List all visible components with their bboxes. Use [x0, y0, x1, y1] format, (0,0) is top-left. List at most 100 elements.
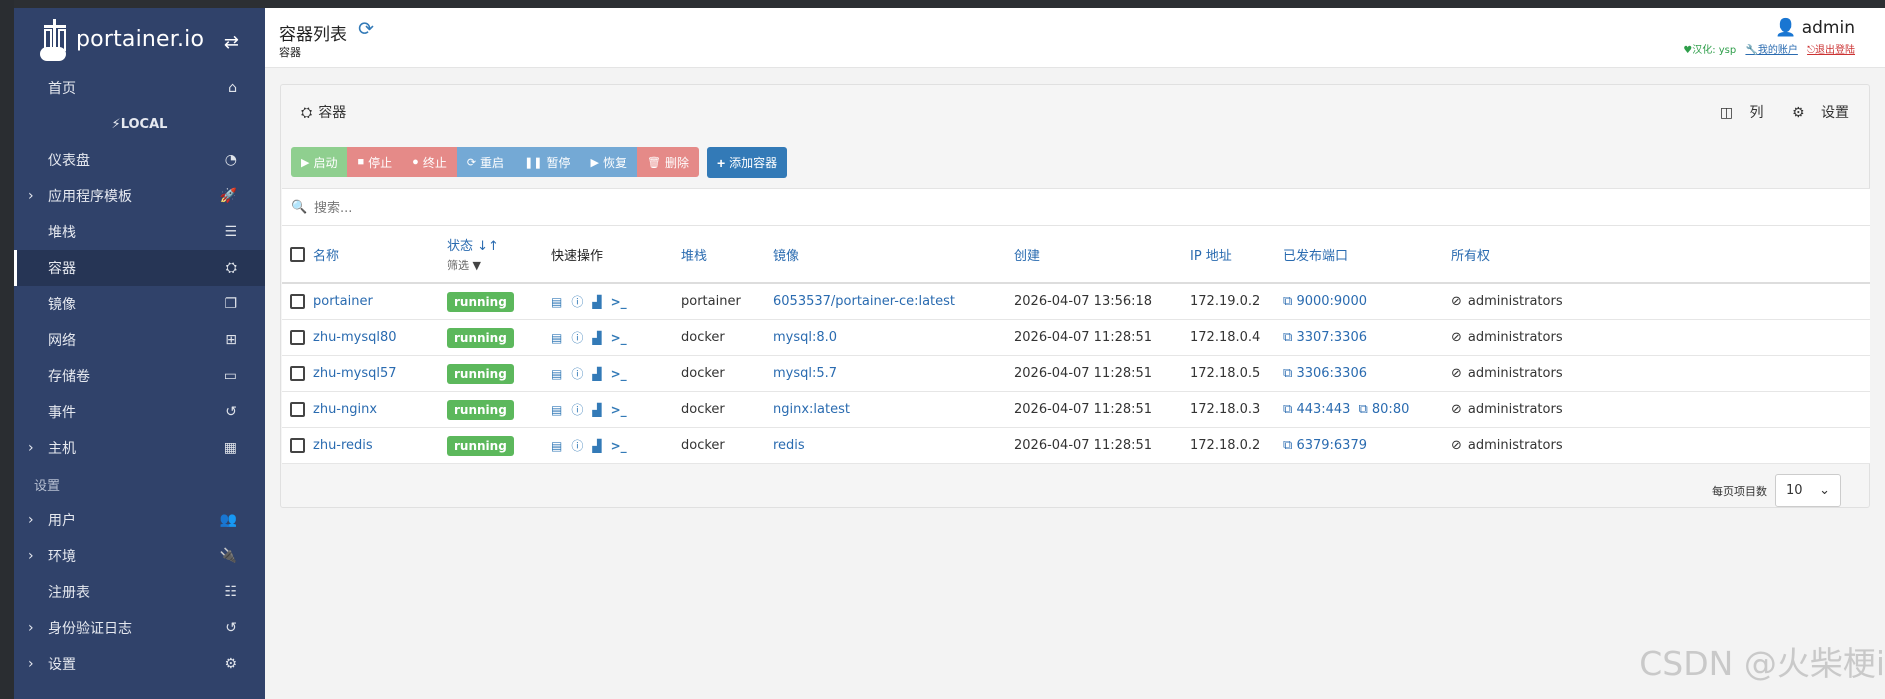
- columns-button[interactable]: ◫ 列: [1708, 105, 1764, 121]
- created-column-header[interactable]: 创建: [1014, 245, 1040, 264]
- remove-button[interactable]: 🗑 删除: [637, 147, 699, 177]
- kill-button[interactable]: ● 终止: [402, 147, 457, 177]
- sidebar-item-12[interactable]: › 用户 👥: [14, 502, 265, 538]
- row-checkbox[interactable]: [290, 294, 305, 309]
- sidebar-item-label: 首页: [48, 81, 76, 97]
- my-account-link[interactable]: 🔧我的账户: [1745, 45, 1797, 56]
- image-link[interactable]: redis: [773, 438, 805, 453]
- console-icon[interactable]: >_: [611, 403, 627, 417]
- console-icon[interactable]: >_: [611, 295, 627, 309]
- table-row[interactable]: portainer running ▤ ⓘ ▟ >_ portainer 605…: [282, 284, 1870, 320]
- stats-icon[interactable]: ▟: [592, 439, 601, 453]
- logs-icon[interactable]: ▤: [551, 367, 562, 381]
- status-column-header[interactable]: 状态 ↓↑: [447, 235, 499, 254]
- image-link[interactable]: 6053537/portainer-ce:latest: [773, 294, 955, 309]
- stop-button[interactable]: ■ 停止: [347, 147, 403, 177]
- eye-slash-icon: ⊘: [1451, 330, 1462, 345]
- brand[interactable]: portainer.io ⇄: [14, 8, 265, 70]
- row-checkbox[interactable]: [290, 402, 305, 417]
- sidebar-item-10[interactable]: › 主机 ▦: [14, 430, 265, 466]
- columns-icon: ◫: [1719, 105, 1734, 121]
- table-row[interactable]: zhu-redis running ▤ ⓘ ▟ >_ docker redis …: [282, 428, 1870, 464]
- sidebar-item-1[interactable]: ⚡ LOCAL: [14, 106, 265, 142]
- sidebar-item-16[interactable]: › 设置 ⚙: [14, 646, 265, 682]
- eye-slash-icon: ⊘: [1451, 438, 1462, 453]
- table-row[interactable]: zhu-nginx running ▤ ⓘ ▟ >_ docker nginx:…: [282, 392, 1870, 428]
- console-icon[interactable]: >_: [611, 331, 627, 345]
- container-name-link[interactable]: zhu-mysql57: [313, 366, 397, 381]
- refresh-icon[interactable]: ⟳: [358, 18, 374, 40]
- resume-button[interactable]: ▶ 恢复: [580, 147, 637, 177]
- gear-icon: ⚙: [1791, 105, 1805, 121]
- chevron-right-icon: ›: [28, 656, 34, 672]
- sidebar-item-9[interactable]: 事件 ↺: [14, 394, 265, 430]
- info-icon[interactable]: ⓘ: [571, 293, 583, 310]
- image-link[interactable]: nginx:latest: [773, 402, 850, 417]
- logs-icon[interactable]: ▤: [551, 403, 562, 417]
- container-name-link[interactable]: portainer: [313, 294, 373, 309]
- settings-button[interactable]: ⚙ 设置: [1780, 105, 1849, 121]
- sidebar-item-8[interactable]: 存储卷 ▭: [14, 358, 265, 394]
- play-icon: ▶: [590, 156, 599, 169]
- sidebar-item-label: 设置: [34, 478, 61, 494]
- sidebar-item-2[interactable]: 仪表盘 ◔: [14, 142, 265, 178]
- external-link-icon: ⧉: [1283, 330, 1293, 345]
- sidebar-item-5[interactable]: 容器 ⛭: [14, 250, 265, 286]
- sidebar-item-3[interactable]: › 应用程序模板 🚀: [14, 178, 265, 214]
- published-port-link[interactable]: ⧉ 3306:3306: [1283, 366, 1367, 381]
- info-icon[interactable]: ⓘ: [571, 329, 583, 346]
- sidebar-item-0[interactable]: 首页 ⌂: [14, 70, 265, 106]
- name-column-header[interactable]: 名称: [313, 245, 339, 264]
- info-icon[interactable]: ⓘ: [571, 401, 583, 418]
- container-name-link[interactable]: zhu-mysql80: [313, 330, 397, 345]
- sidebar-item-13[interactable]: › 环境 🔌: [14, 538, 265, 574]
- table-row[interactable]: zhu-mysql80 running ▤ ⓘ ▟ >_ docker mysq…: [282, 320, 1870, 356]
- sidebar-item-15[interactable]: › 身份验证日志 ↺: [14, 610, 265, 646]
- published-port-link[interactable]: ⧉ 443:443: [1283, 402, 1350, 417]
- info-icon[interactable]: ⓘ: [571, 365, 583, 382]
- sidebar-item-6[interactable]: 镜像 ❐: [14, 286, 265, 322]
- logs-icon[interactable]: ▤: [551, 439, 562, 453]
- logout-link[interactable]: ⎋退出登陆: [1807, 45, 1855, 56]
- stats-icon[interactable]: ▟: [592, 403, 601, 417]
- ip-column-header[interactable]: IP 地址: [1190, 245, 1232, 264]
- published-port-link[interactable]: ⧉ 3307:3306: [1283, 330, 1367, 345]
- sidebar-item-14[interactable]: 注册表 ☷: [14, 574, 265, 610]
- sidebar-toggle-icon[interactable]: ⇄: [224, 32, 239, 53]
- table-row[interactable]: zhu-mysql57 running ▤ ⓘ ▟ >_ docker mysq…: [282, 356, 1870, 392]
- pagination: 每页项目数 10 ⌄: [1712, 474, 1841, 507]
- console-icon[interactable]: >_: [611, 439, 627, 453]
- stats-icon[interactable]: ▟: [592, 331, 601, 345]
- info-icon[interactable]: ⓘ: [571, 437, 583, 454]
- window-frame-left: [0, 0, 14, 699]
- published-port-link[interactable]: ⧉ 80:80: [1358, 402, 1409, 417]
- image-column-header[interactable]: 镜像: [773, 245, 799, 264]
- image-link[interactable]: mysql:5.7: [773, 366, 837, 381]
- stats-icon[interactable]: ▟: [592, 295, 601, 309]
- published-port-link[interactable]: ⧉ 9000:9000: [1283, 294, 1367, 309]
- start-button[interactable]: ▶ 启动: [291, 147, 348, 177]
- select-all-checkbox[interactable]: [290, 246, 305, 262]
- page-size-select[interactable]: 10 ⌄: [1775, 474, 1841, 507]
- pause-button[interactable]: ❚❚ 暂停: [514, 147, 581, 177]
- row-checkbox[interactable]: [290, 366, 305, 381]
- stats-icon[interactable]: ▟: [592, 367, 601, 381]
- stack-column-header[interactable]: 堆栈: [681, 245, 707, 264]
- published-port-link[interactable]: ⧉ 6379:6379: [1283, 438, 1367, 453]
- logs-icon[interactable]: ▤: [551, 331, 562, 345]
- restart-button[interactable]: ⟳ 重启: [456, 147, 515, 177]
- row-checkbox[interactable]: [290, 330, 305, 345]
- console-icon[interactable]: >_: [611, 367, 627, 381]
- add-container-button[interactable]: + 添加容器: [706, 147, 788, 178]
- ownership-column-header[interactable]: 所有权: [1451, 245, 1490, 264]
- ports-column-header[interactable]: 已发布端口: [1283, 245, 1348, 264]
- container-name-link[interactable]: zhu-redis: [313, 438, 373, 453]
- status-filter[interactable]: 筛选 ▼: [447, 257, 481, 273]
- container-name-link[interactable]: zhu-nginx: [313, 402, 377, 417]
- sidebar-item-4[interactable]: 堆栈 ☰: [14, 214, 265, 250]
- logs-icon[interactable]: ▤: [551, 295, 562, 309]
- row-checkbox[interactable]: [290, 438, 305, 453]
- image-link[interactable]: mysql:8.0: [773, 330, 837, 345]
- sidebar-item-7[interactable]: 网络 ⊞: [14, 322, 265, 358]
- search-input[interactable]: [314, 197, 914, 219]
